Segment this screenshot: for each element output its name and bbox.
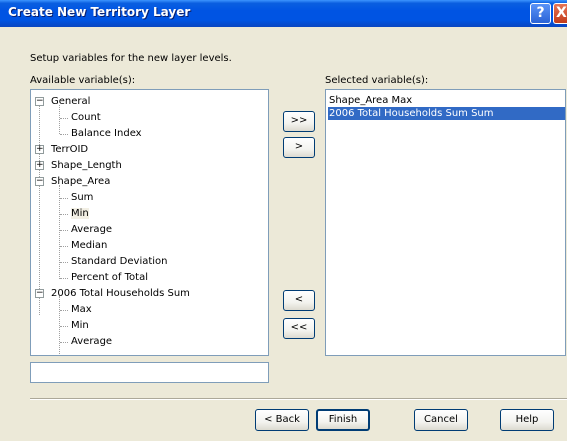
tree-connector (60, 230, 68, 231)
tree-connector (60, 118, 68, 119)
tree-connector (60, 246, 68, 247)
tree-node-label: 2006 Total Households Sum (51, 288, 190, 299)
tree-node-shape-length[interactable]: Shape_Length (51, 158, 122, 174)
tree-connector (60, 326, 68, 327)
tree-node-average[interactable]: Average (71, 222, 112, 238)
tree-connector (39, 105, 40, 315)
tree-node-label: Percent of Total (71, 272, 148, 283)
tree-node-sum[interactable]: Sum (71, 190, 93, 206)
tree-node-label: Median (71, 240, 108, 251)
close-title-button[interactable]: X (553, 3, 567, 24)
selected-variables-list[interactable]: Shape_Area Max 2006 Total Households Sum… (325, 89, 566, 356)
tree-node-label: Average (71, 336, 113, 347)
tree-node-label: Min (71, 320, 89, 331)
tree-node-percent-of-total[interactable]: Percent of Total (71, 270, 148, 286)
tree-node-median[interactable]: Median (71, 238, 107, 254)
tree-connector (59, 185, 60, 279)
tree-connector (60, 262, 68, 263)
available-variables-tree[interactable]: − General Count Balance Index + TerrOID … (30, 89, 269, 356)
title-bar[interactable]: Create New Territory Layer ? X (0, 0, 567, 27)
tree-connector (60, 198, 68, 199)
footer-divider (30, 398, 567, 400)
available-variables-label: Available variable(s): (30, 75, 136, 86)
add-all-button[interactable]: >> (283, 111, 315, 132)
tree-node-label: Standard Deviation (71, 256, 168, 267)
window-title: Create New Territory Layer (8, 5, 191, 19)
expand-icon[interactable]: + (35, 145, 44, 154)
tree-node-label: Balance Index (71, 128, 142, 139)
tree-node-count[interactable]: Count (71, 110, 101, 126)
remove-all-button[interactable]: << (283, 318, 315, 339)
tree-connector (60, 278, 68, 279)
instructions-text: Setup variables for the new layer levels… (30, 53, 232, 64)
finish-button[interactable]: Finish (316, 409, 370, 431)
tree-connector (60, 342, 68, 343)
tree-node-general[interactable]: General (51, 94, 90, 110)
tree-node-min[interactable]: Min (71, 206, 89, 222)
tree-node-balance-index[interactable]: Balance Index (71, 126, 142, 142)
tree-connector (60, 214, 68, 215)
tree-node-label: Sum (71, 192, 94, 203)
remove-button[interactable]: < (283, 290, 315, 311)
list-item[interactable]: Shape_Area Max (328, 94, 412, 107)
collapse-icon[interactable]: − (35, 97, 44, 106)
collapse-icon[interactable]: − (35, 177, 44, 186)
help-button[interactable]: Help (500, 409, 554, 431)
tree-node-label: Shape_Length (51, 160, 122, 171)
cancel-button[interactable]: Cancel (414, 409, 468, 431)
tree-node-label: Average (71, 224, 113, 235)
tree-node-terroid[interactable]: TerrOID (51, 142, 88, 158)
tree-node-min[interactable]: Min (71, 318, 89, 334)
expand-icon[interactable]: + (35, 161, 44, 170)
tree-node-standard-deviation[interactable]: Standard Deviation (71, 254, 168, 270)
tree-node-2006-total-households-sum[interactable]: 2006 Total Households Sum (51, 286, 190, 302)
tree-connector (60, 134, 68, 135)
description-field[interactable] (30, 362, 269, 383)
help-title-button[interactable]: ? (530, 3, 551, 24)
tree-connector (60, 310, 68, 311)
tree-node-label: Count (71, 112, 101, 123)
tree-node-label: TerrOID (51, 144, 89, 155)
tree-node-label: Shape_Area (51, 176, 111, 187)
back-button[interactable]: < Back (255, 409, 309, 431)
collapse-icon[interactable]: − (35, 289, 44, 298)
list-item[interactable]: 2006 Total Households Sum Sum (328, 107, 565, 120)
tree-node-label: General (51, 96, 91, 107)
tree-node-label: Min (71, 208, 89, 219)
tree-node-max[interactable]: Max (71, 302, 92, 318)
add-button[interactable]: > (283, 137, 315, 158)
tree-node-label: Max (71, 304, 92, 315)
selected-variables-label: Selected variable(s): (325, 75, 429, 86)
tree-node-shape-area[interactable]: Shape_Area (51, 174, 110, 190)
tree-node-average[interactable]: Average (71, 334, 112, 350)
